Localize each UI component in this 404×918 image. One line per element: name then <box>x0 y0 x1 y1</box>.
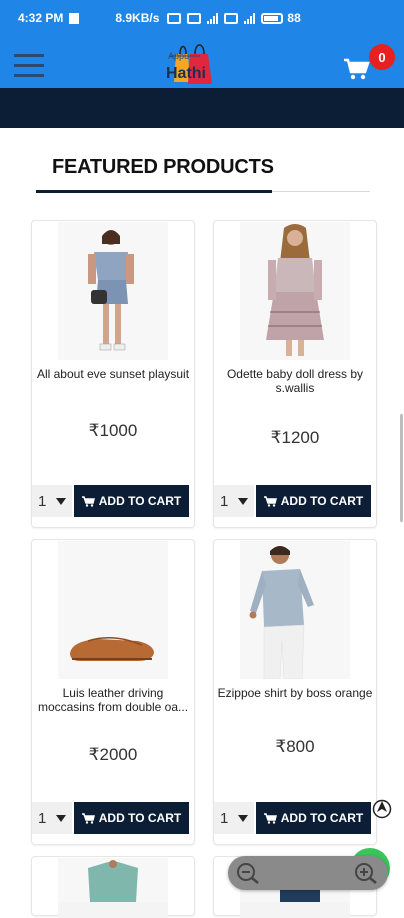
status-icons <box>167 12 284 24</box>
quantity-select[interactable]: 1 <box>32 802 72 834</box>
product-card[interactable]: Ezippoe shirt by boss orange ₹800 1 ADD … <box>213 539 377 845</box>
zoom-out-icon[interactable] <box>236 862 260 884</box>
accessibility-cursor-icon[interactable] <box>372 798 392 820</box>
signal2-icon <box>244 12 256 24</box>
quantity-select[interactable]: 1 <box>214 485 254 517</box>
product-image[interactable] <box>58 541 168 679</box>
signal-icon <box>207 12 219 24</box>
quantity-value: 1 <box>220 492 229 510</box>
volte2-icon <box>224 12 239 24</box>
product-price: ₹1000 <box>88 421 138 440</box>
cart-icon <box>263 812 277 824</box>
product-image[interactable] <box>240 541 350 680</box>
product-card[interactable]: All about eve sunset playsuit ₹1000 1 AD… <box>31 220 195 528</box>
chevron-down-icon <box>56 498 66 505</box>
product-card[interactable] <box>31 856 195 918</box>
add-to-cart-label: ADD TO CART <box>280 494 364 508</box>
cart-count-badge[interactable]: 0 <box>369 44 395 70</box>
add-to-cart-button[interactable]: ADD TO CART <box>256 485 371 517</box>
chevron-down-icon <box>238 498 248 505</box>
add-to-cart-label: ADD TO CART <box>98 494 182 508</box>
add-to-cart-button[interactable]: ADD TO CART <box>256 802 371 834</box>
notification-icon <box>69 12 80 24</box>
product-price: ₹2000 <box>88 745 138 764</box>
product-image[interactable] <box>58 222 168 360</box>
chevron-down-icon <box>56 815 66 822</box>
menu-icon[interactable] <box>14 54 44 78</box>
add-to-cart-label: ADD TO CART <box>98 811 182 825</box>
product-name[interactable]: All about eve sunset playsuit <box>34 367 192 381</box>
product-card[interactable]: Luis leather driving moccasins from doub… <box>31 539 195 845</box>
quantity-select[interactable]: 1 <box>32 485 72 517</box>
add-to-cart-button[interactable]: ADD TO CART <box>74 802 189 834</box>
alarm-icon <box>167 12 182 24</box>
add-to-cart-button[interactable]: ADD TO CART <box>74 485 189 517</box>
battery-percent: 88 <box>287 11 301 25</box>
zoom-in-icon[interactable] <box>354 862 378 884</box>
zoom-control[interactable] <box>228 856 388 890</box>
product-image[interactable] <box>240 222 350 360</box>
product-price: ₹1200 <box>270 428 320 447</box>
volte-icon <box>187 12 202 24</box>
quantity-value: 1 <box>220 809 229 827</box>
product-name[interactable]: Ezippoe shirt by boss orange <box>216 686 374 700</box>
battery-icon <box>261 12 284 24</box>
product-card[interactable]: Odette baby doll dress by s.wallis ₹1200… <box>213 220 377 528</box>
quantity-value: 1 <box>38 809 47 827</box>
title-underline <box>36 190 272 193</box>
cart-icon <box>81 495 95 507</box>
app-header: Appu Hathi <box>0 36 404 88</box>
status-time: 4:32 PM <box>18 11 64 25</box>
nav-strip <box>0 88 404 128</box>
logo-text: Hathi <box>166 65 206 82</box>
product-price: ₹800 <box>275 737 315 756</box>
app-logo[interactable]: Appu Hathi <box>164 36 220 88</box>
status-bar: 4:32 PM 8.9KB/s 88 <box>0 0 404 36</box>
chevron-down-icon <box>238 815 248 822</box>
quantity-value: 1 <box>38 492 47 510</box>
logo-small-text: Appu <box>168 51 190 61</box>
cart-icon <box>81 812 95 824</box>
network-speed: 8.9KB/s <box>115 11 160 25</box>
product-image[interactable] <box>58 858 168 918</box>
quantity-select[interactable]: 1 <box>214 802 254 834</box>
section-title: FEATURED PRODUCTS <box>52 156 274 178</box>
cart-icon <box>263 495 277 507</box>
product-name[interactable]: Luis leather driving moccasins from doub… <box>34 686 192 714</box>
cart-icon[interactable] <box>344 58 370 80</box>
product-name[interactable]: Odette baby doll dress by s.wallis <box>216 367 374 395</box>
scrollbar[interactable] <box>400 414 403 522</box>
add-to-cart-label: ADD TO CART <box>280 811 364 825</box>
